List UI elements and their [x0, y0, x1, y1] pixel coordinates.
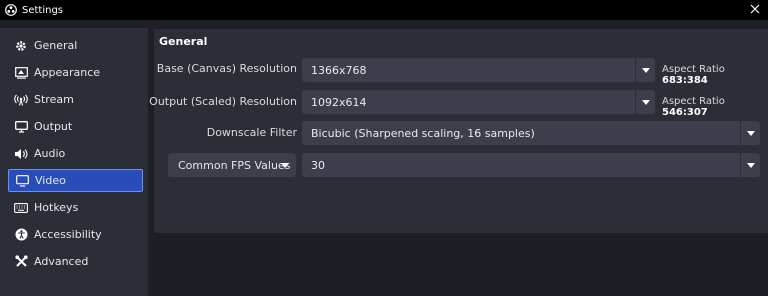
chevron-down-icon[interactable]	[276, 153, 294, 177]
video-settings-panel: General Base (Canvas) Resolution 1366x76…	[149, 29, 768, 233]
sidebar-item-label: Stream	[34, 93, 74, 106]
sidebar-item-label: Audio	[34, 147, 66, 160]
sidebar-item-label: Accessibility	[34, 228, 102, 241]
sidebar-item-advanced[interactable]: Advanced	[0, 248, 148, 275]
sidebar-item-label: Appearance	[34, 66, 101, 79]
downscale-filter-value: Bicubic (Sharpened scaling, 16 samples)	[311, 126, 535, 140]
fps-value: 30	[311, 158, 325, 172]
sidebar-item-audio[interactable]: Audio	[0, 140, 148, 167]
gear-icon	[14, 39, 28, 53]
sidebar-item-appearance[interactable]: Appearance	[0, 59, 148, 86]
panel-title: General	[159, 35, 208, 48]
sidebar-item-label: Advanced	[34, 255, 89, 268]
sidebar-item-video[interactable]: Video	[8, 169, 143, 192]
output-resolution-value: 1092x614	[311, 95, 367, 109]
fps-value-combo[interactable]: 30	[302, 153, 760, 177]
fps-type-label: Common FPS Values	[178, 158, 291, 172]
base-resolution-label: Base (Canvas) Resolution	[156, 62, 297, 75]
broadcast-icon	[14, 93, 28, 107]
keyboard-icon	[14, 201, 28, 215]
settings-sidebar: General Appearance Stream Output Audio V…	[0, 28, 148, 296]
output-aspect-ratio: Aspect Ratio 546:307	[662, 96, 768, 118]
window-title: Settings	[22, 4, 64, 16]
sidebar-item-hotkeys[interactable]: Hotkeys	[0, 194, 148, 221]
sidebar-item-label: Output	[34, 120, 73, 133]
content-background	[154, 233, 768, 296]
aspect-ratio-label: Aspect Ratio	[662, 64, 725, 75]
title-bar: Settings	[0, 0, 768, 20]
chevron-down-icon[interactable]	[740, 153, 760, 177]
output-resolution-label: Output (Scaled) Resolution	[149, 95, 297, 108]
obs-logo-icon	[4, 3, 18, 17]
downscale-filter-combo[interactable]: Bicubic (Sharpened scaling, 16 samples)	[302, 121, 760, 145]
chevron-down-icon[interactable]	[740, 121, 760, 145]
monitor-icon	[15, 174, 29, 188]
chevron-down-icon[interactable]	[635, 90, 655, 114]
tools-icon	[14, 255, 28, 269]
base-aspect-ratio: Aspect Ratio 683:384	[662, 64, 768, 86]
sidebar-item-label: Hotkeys	[34, 201, 79, 214]
base-resolution-value: 1366x768	[311, 63, 367, 77]
appearance-icon	[14, 66, 28, 80]
chevron-down-icon[interactable]	[635, 58, 655, 82]
sidebar-item-label: Video	[35, 174, 66, 187]
fps-type-select[interactable]: Common FPS Values	[168, 153, 296, 177]
output-resolution-combo[interactable]: 1092x614	[302, 90, 655, 114]
output-icon	[14, 120, 28, 134]
aspect-ratio-value: 546:307	[662, 107, 708, 118]
aspect-ratio-label: Aspect Ratio	[662, 96, 725, 107]
speaker-icon	[14, 147, 28, 161]
accessibility-icon	[14, 228, 28, 242]
sidebar-item-general[interactable]: General	[0, 32, 148, 59]
base-resolution-combo[interactable]: 1366x768	[302, 58, 655, 82]
sidebar-item-label: General	[34, 39, 78, 52]
aspect-ratio-value: 683:384	[662, 75, 708, 86]
downscale-filter-label: Downscale Filter	[206, 126, 297, 139]
sidebar-item-stream[interactable]: Stream	[0, 86, 148, 113]
sidebar-item-accessibility[interactable]: Accessibility	[0, 221, 148, 248]
sidebar-item-output[interactable]: Output	[0, 113, 148, 140]
close-icon[interactable]	[748, 2, 762, 16]
